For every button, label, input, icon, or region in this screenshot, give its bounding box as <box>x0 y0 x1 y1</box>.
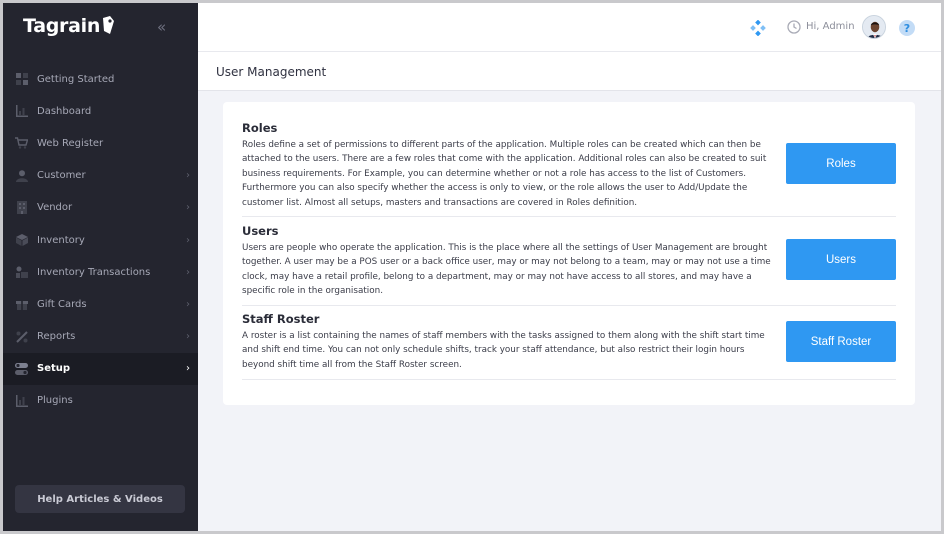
building-icon <box>15 201 28 215</box>
chevron-right-icon: › <box>186 331 190 343</box>
sidebar-item-label: Dashboard <box>37 105 92 117</box>
collapse-sidebar-icon[interactable]: « <box>157 19 166 35</box>
sidebar-item-label: Getting Started <box>37 73 115 85</box>
avatar[interactable] <box>862 15 886 39</box>
sidebar-item-reports[interactable]: Reports › <box>3 321 198 353</box>
sidebar-item-label: Plugins <box>37 395 73 407</box>
sidebar-item-gift-cards[interactable]: Gift Cards › <box>3 288 198 320</box>
person-icon <box>15 169 28 182</box>
section-description: A roster is a list containing the names … <box>242 331 765 370</box>
chevron-right-icon: › <box>186 234 190 246</box>
top-header: Hi, Admin ? <box>198 3 941 51</box>
brand-name: Tagrain <box>23 15 101 37</box>
clock-icon[interactable] <box>787 20 801 34</box>
sidebar-item-label: Inventory <box>37 234 85 246</box>
sidebar: Tagrain « Getting Started Dashboard Web … <box>3 3 198 531</box>
user-management-card: Roles Roles define a set of permissions … <box>223 102 915 405</box>
grid-icon <box>15 73 28 86</box>
transactions-icon <box>15 266 28 279</box>
gift-icon <box>15 298 28 311</box>
sidebar-item-plugins[interactable]: Plugins <box>3 385 198 417</box>
app-window: Tagrain « Getting Started Dashboard Web … <box>3 3 941 531</box>
sidebar-item-label: Setup <box>37 363 71 375</box>
sidebar-item-getting-started[interactable]: Getting Started <box>3 63 198 95</box>
staff-roster-button[interactable]: Staff Roster <box>786 321 896 362</box>
chevron-right-icon: › <box>186 298 190 310</box>
sidebar-item-label: Inventory Transactions <box>37 266 151 278</box>
chevron-right-icon: › <box>186 202 190 214</box>
users-section: Users Users are people who operate the a… <box>242 224 896 306</box>
roles-button[interactable]: Roles <box>786 143 896 184</box>
chevron-right-icon: › <box>186 170 190 182</box>
page-title-bar: User Management <box>198 51 941 91</box>
plugins-icon <box>15 394 28 407</box>
section-description: Users are people who operate the applica… <box>242 243 771 297</box>
help-articles-button[interactable]: Help Articles & Videos <box>15 485 185 513</box>
bar-chart-icon <box>15 105 28 118</box>
sidebar-item-inventory[interactable]: Inventory › <box>3 224 198 256</box>
chevron-right-icon: › <box>186 266 190 278</box>
cart-icon <box>15 137 28 150</box>
sidebar-menu: Getting Started Dashboard Web Register C… <box>3 63 198 417</box>
roles-section: Roles Roles define a set of permissions … <box>242 121 896 217</box>
section-title: Users <box>242 224 279 238</box>
sidebar-item-label: Customer <box>37 170 86 182</box>
sidebar-item-setup[interactable]: Setup › <box>3 352 198 385</box>
page-title: User Management <box>216 65 327 79</box>
sidebar-item-label: Vendor <box>37 202 73 214</box>
help-icon[interactable]: ? <box>899 20 915 36</box>
box-icon <box>15 234 28 247</box>
users-button[interactable]: Users <box>786 239 896 280</box>
chevron-right-icon: › <box>186 363 190 375</box>
sidebar-item-inventory-transactions[interactable]: Inventory Transactions › <box>3 256 198 288</box>
sidebar-item-label: Gift Cards <box>37 298 87 310</box>
brand-logo[interactable]: Tagrain <box>23 15 115 37</box>
staff-roster-section: Staff Roster A roster is a list containi… <box>242 312 896 380</box>
apps-diamond-icon[interactable] <box>750 20 766 36</box>
sidebar-item-vendor[interactable]: Vendor › <box>3 192 198 224</box>
section-title: Roles <box>242 121 278 135</box>
section-description: Roles define a set of permissions to dif… <box>242 140 767 208</box>
sidebar-item-label: Web Register <box>37 137 104 149</box>
sidebar-item-dashboard[interactable]: Dashboard <box>3 95 198 127</box>
sidebar-item-customer[interactable]: Customer › <box>3 160 198 192</box>
toggle-icon <box>15 362 28 375</box>
user-greeting: Hi, Admin <box>806 21 855 32</box>
reports-icon <box>15 330 28 343</box>
tag-icon <box>103 16 115 34</box>
sidebar-item-web-register[interactable]: Web Register <box>3 127 198 159</box>
sidebar-item-label: Reports <box>37 331 76 343</box>
